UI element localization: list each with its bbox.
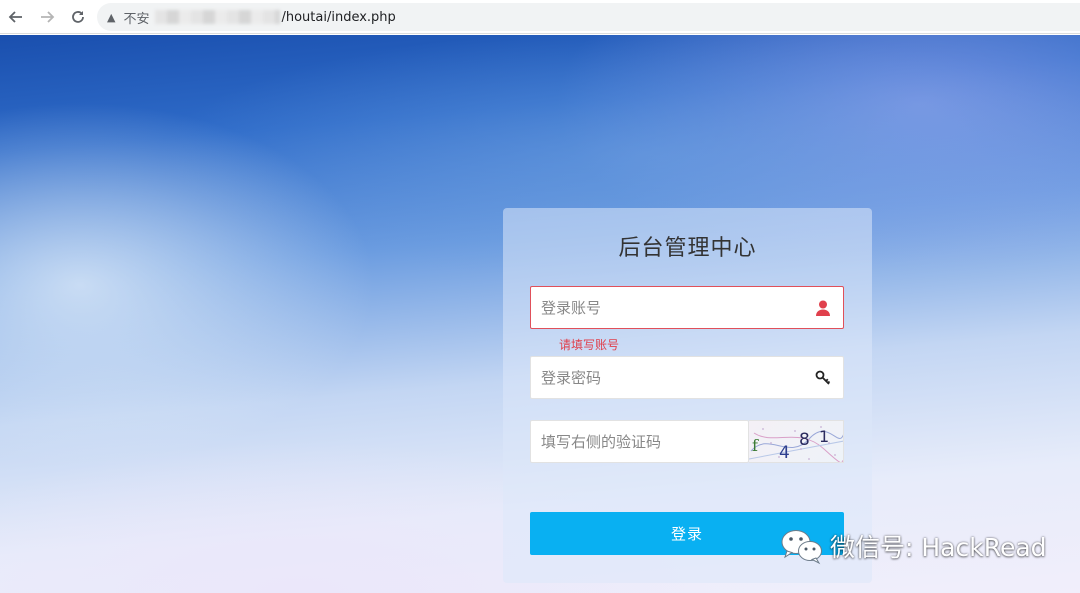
url-text: /houtai/index.php bbox=[281, 9, 396, 25]
captcha-input[interactable] bbox=[531, 421, 748, 462]
username-error: 请填写账号 bbox=[559, 338, 620, 352]
captcha-char: 1 bbox=[819, 427, 829, 446]
reload-icon[interactable] bbox=[63, 2, 93, 32]
address-bar[interactable]: ▲ 不安 /houtai/index.php bbox=[97, 3, 1080, 31]
wechat-watermark: 微信号: HackRead bbox=[780, 524, 1047, 568]
key-icon bbox=[815, 370, 831, 385]
user-icon bbox=[816, 300, 830, 316]
back-arrow-icon[interactable] bbox=[1, 2, 31, 32]
captcha-char: 4 bbox=[779, 443, 790, 463]
redacted-domain bbox=[155, 10, 281, 24]
page-title: 后台管理中心 bbox=[618, 236, 757, 261]
captcha-field[interactable] bbox=[530, 420, 749, 463]
captcha-image[interactable]: f 4 8 1 bbox=[749, 420, 844, 463]
password-input[interactable] bbox=[531, 357, 843, 398]
browser-toolbar: ▲ 不安 /houtai/index.php bbox=[0, 0, 1080, 34]
username-field[interactable] bbox=[530, 286, 844, 329]
security-label: 不安 bbox=[123, 11, 150, 27]
username-input[interactable] bbox=[531, 287, 843, 328]
warning-icon: ▲ bbox=[107, 10, 116, 24]
watermark-text: 微信号: HackRead bbox=[830, 533, 1047, 562]
forward-arrow-icon[interactable] bbox=[32, 2, 62, 32]
captcha-char: 8 bbox=[799, 430, 810, 450]
wechat-icon bbox=[781, 530, 822, 565]
password-field[interactable] bbox=[530, 356, 844, 399]
